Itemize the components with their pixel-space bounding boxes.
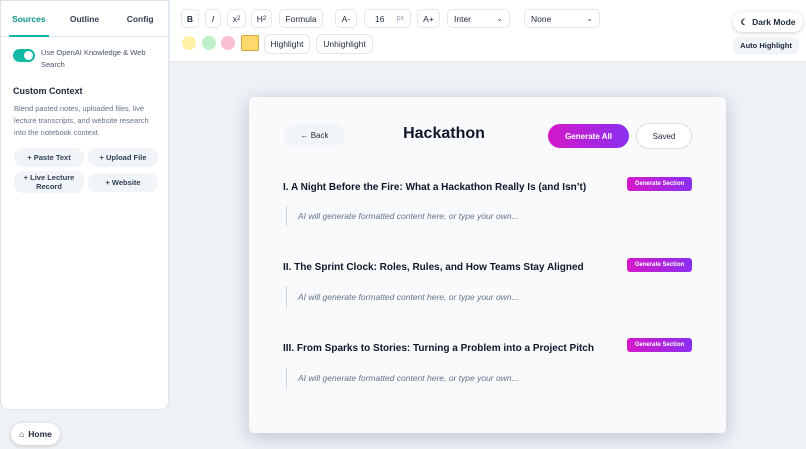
source-buttons: + Paste Text + Upload File + Live Lectur… [1, 139, 168, 193]
section-content-editor[interactable]: AI will generate formatted content here,… [286, 286, 666, 308]
home-label: Home [28, 429, 52, 439]
web-search-toggle[interactable] [13, 49, 35, 62]
auto-highlight-label: Auto Highlight [740, 41, 792, 50]
font-size-input[interactable]: 16 px [364, 9, 411, 28]
paste-text-button[interactable]: + Paste Text [14, 148, 84, 167]
subscript-button[interactable]: H2 [251, 9, 272, 28]
bold-button[interactable]: B [181, 9, 199, 28]
document-title: Hackathon [403, 125, 485, 142]
chevron-down-icon: ⌄ [496, 14, 503, 23]
font-family-select[interactable]: Inter ⌄ [447, 9, 510, 28]
superscript-button[interactable]: x2 [227, 9, 246, 28]
bold-label: B [186, 13, 194, 24]
font-decrease-label: A- [341, 13, 351, 24]
sidebar-tabs: Sources Outline Config [1, 1, 168, 37]
sources-panel: Sources Outline Config Use OpenAI Knowle… [0, 0, 169, 410]
formula-button[interactable]: Formula [279, 9, 323, 28]
italic-button[interactable]: I [205, 9, 221, 28]
font-size-value: 16 [375, 13, 385, 24]
generate-section-button[interactable]: Generate Section [627, 338, 692, 352]
section-content-editor[interactable]: AI will generate formatted content here,… [286, 205, 666, 227]
font-increase-button[interactable]: A+ [417, 9, 440, 28]
back-button[interactable]: ← Back [284, 124, 345, 147]
sidebar: Sources Outline Config Use OpenAI Knowle… [0, 0, 170, 449]
web-search-label: Use OpenAI Knowledge & Web Search [41, 48, 146, 69]
formula-label: Formula [285, 13, 317, 24]
section-title: II. The Sprint Clock: Roles, Rules, and … [283, 262, 584, 273]
highlight-color-yellow[interactable] [182, 36, 196, 50]
home-icon: ⌂ [19, 429, 25, 439]
chevron-down-icon: ⌄ [586, 14, 593, 23]
highlight-color-green[interactable] [202, 36, 216, 50]
italic-label: I [211, 13, 215, 24]
dark-mode-button[interactable]: ☾ Dark Mode [733, 12, 803, 32]
moon-icon: ☾ [740, 16, 749, 27]
web-search-option: Use OpenAI Knowledge & Web Search [1, 37, 168, 71]
subscript-exp: 2 [262, 15, 267, 22]
generate-all-button[interactable]: Generate All [548, 124, 629, 148]
unhighlight-label: Unhighlight [323, 39, 366, 49]
dark-mode-label: Dark Mode [752, 17, 796, 27]
formatting-toolbar: B I x2 H2 Formula A- 16 px A+ Inter ⌄ No… [170, 0, 806, 62]
highlight-color-pink[interactable] [221, 36, 235, 50]
website-button[interactable]: + Website [88, 173, 158, 192]
unhighlight-button[interactable]: Unhighlight [316, 34, 373, 54]
style-select[interactable]: None ⌄ [524, 9, 600, 28]
tab-config[interactable]: Config [112, 1, 168, 36]
section-content-editor[interactable]: AI will generate formatted content here,… [286, 367, 666, 389]
highlight-label: Highlight [270, 39, 304, 49]
home-button[interactable]: ⌂ Home [11, 423, 60, 445]
upload-file-button[interactable]: + Upload File [88, 148, 158, 167]
custom-context-description: Blend pasted notes, uploaded files, live… [14, 104, 149, 137]
superscript-exp: 2 [236, 15, 241, 22]
style-select-value: None [531, 13, 552, 24]
saved-button[interactable]: Saved [636, 123, 692, 149]
section-title: I. A Night Before the Fire: What a Hacka… [283, 182, 587, 193]
live-lecture-record-button[interactable]: + Live Lecture Record [14, 171, 84, 193]
tab-outline[interactable]: Outline [57, 1, 113, 36]
highlight-button[interactable]: Highlight [264, 34, 310, 54]
font-increase-label: A+ [423, 13, 434, 24]
document-card: ← Back Hackathon Generate All Saved I. A… [249, 97, 726, 433]
section-title: III. From Sparks to Stories: Turning a P… [283, 343, 594, 354]
generate-section-button[interactable]: Generate Section [627, 177, 692, 191]
font-size-unit: px [396, 15, 404, 22]
custom-context-title: Custom Context [13, 86, 83, 96]
tab-sources[interactable]: Sources [1, 1, 57, 37]
selected-color-swatch[interactable] [241, 35, 259, 51]
font-family-value: Inter [454, 13, 472, 24]
font-decrease-button[interactable]: A- [335, 9, 357, 28]
generate-section-button[interactable]: Generate Section [627, 258, 692, 272]
auto-highlight-button[interactable]: Auto Highlight [733, 37, 799, 54]
